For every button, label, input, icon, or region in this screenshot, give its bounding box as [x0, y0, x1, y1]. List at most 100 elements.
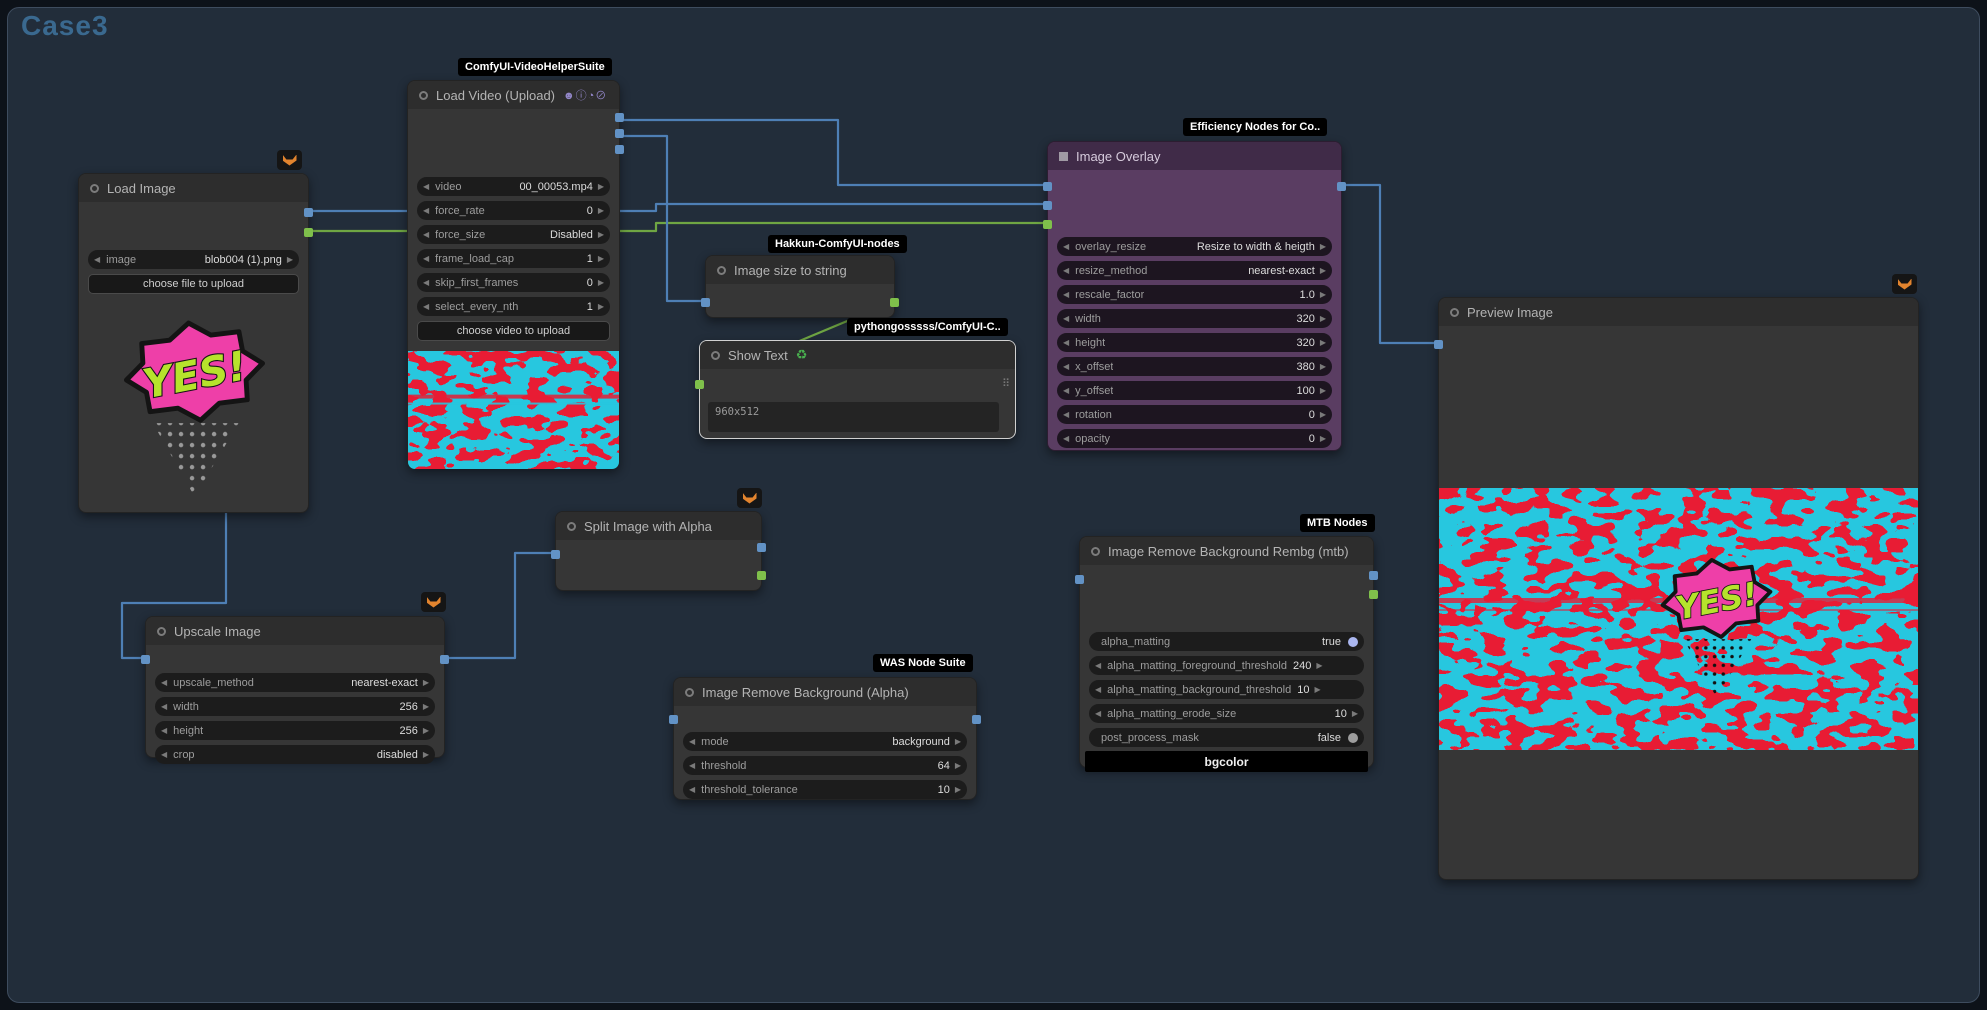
image-output-slot[interactable] [615, 113, 624, 122]
widget-threshold[interactable]: ◀ threshold 64 ▶ [683, 756, 967, 775]
widget-width[interactable]: ◀ width 256 ▶ [155, 697, 435, 716]
decrement-arrow-icon[interactable]: ◀ [689, 762, 695, 770]
decrement-arrow-icon[interactable]: ◀ [1063, 411, 1069, 419]
decrement-arrow-icon[interactable]: ◀ [689, 738, 695, 746]
node-show-text[interactable]: Show Text ♻ ⠿ 960x512 [699, 340, 1016, 439]
collapse-dot-icon[interactable] [90, 184, 99, 193]
image-output-slot[interactable] [972, 715, 981, 724]
node-upscale-image[interactable]: Upscale Image ◀ upscale_method nearest-e… [145, 616, 445, 758]
node-header[interactable]: Split Image with Alpha [556, 512, 761, 540]
widget-alpha-matting-toggle[interactable]: alpha_matting true [1089, 632, 1364, 651]
widget-rotation[interactable]: ◀ rotation 0 ▶ [1057, 405, 1332, 424]
collapse-dot-icon[interactable] [1091, 547, 1100, 556]
collapse-dot-icon[interactable] [685, 688, 694, 697]
decrement-arrow-icon[interactable]: ◀ [423, 255, 429, 263]
overlay-image-input-slot[interactable] [1043, 201, 1052, 210]
base-image-input-slot[interactable] [1043, 182, 1052, 191]
widget-rescale-factor[interactable]: ◀ rescale_factor 1.0 ▶ [1057, 285, 1332, 304]
optional-mask-input-slot[interactable] [1043, 220, 1052, 229]
frame-count-output-slot[interactable] [615, 129, 624, 138]
node-header[interactable]: Image Remove Background (Alpha) [674, 678, 976, 706]
increment-arrow-icon[interactable]: ▶ [423, 751, 429, 759]
drag-handle-icon[interactable]: ⠿ [1002, 377, 1010, 390]
increment-arrow-icon[interactable]: ▶ [598, 303, 604, 311]
increment-arrow-icon[interactable]: ▶ [955, 762, 961, 770]
toggle-off-dot[interactable] [1348, 733, 1358, 743]
increment-arrow-icon[interactable]: ▶ [287, 256, 293, 264]
node-image-remove-background-alpha[interactable]: Image Remove Background (Alpha) ◀ mode b… [673, 677, 977, 800]
decrement-arrow-icon[interactable]: ◀ [94, 256, 100, 264]
increment-arrow-icon[interactable]: ▶ [1320, 243, 1326, 251]
widget-opacity[interactable]: ◀ opacity 0 ▶ [1057, 429, 1332, 448]
decrement-arrow-icon[interactable]: ◀ [1095, 686, 1101, 694]
widget-threshold-tolerance[interactable]: ◀ threshold_tolerance 10 ▶ [683, 780, 967, 799]
node-header[interactable]: Load Image [79, 174, 308, 202]
decrement-arrow-icon[interactable]: ◀ [161, 679, 167, 687]
increment-arrow-icon[interactable]: ▶ [598, 183, 604, 191]
widget-alpha-matting-foreground-threshold[interactable]: ◀ alpha_matting_foreground_threshold 240… [1089, 656, 1364, 675]
increment-arrow-icon[interactable]: ▶ [1314, 686, 1320, 694]
image-input-slot[interactable] [701, 298, 710, 307]
increment-arrow-icon[interactable]: ▶ [1320, 315, 1326, 323]
widget-overlay-resize[interactable]: ◀ overlay_resize Resize to width & heigt… [1057, 237, 1332, 256]
widget-crop[interactable]: ◀ crop disabled ▶ [155, 745, 435, 764]
text-input-slot[interactable] [695, 380, 704, 389]
node-header[interactable]: Upscale Image [146, 617, 444, 645]
increment-arrow-icon[interactable]: ▶ [1352, 710, 1358, 718]
node-header[interactable]: Image size to string [706, 256, 894, 284]
decrement-arrow-icon[interactable]: ◀ [423, 207, 429, 215]
node-load-image[interactable]: Load Image ◀ image blob004 (1).png ▶ cho… [78, 173, 309, 513]
image-input-slot[interactable] [551, 550, 560, 559]
text-output-area[interactable]: 960x512 [708, 402, 999, 432]
widget-image[interactable]: ◀ image blob004 (1).png ▶ [88, 250, 299, 269]
widget-post-process-mask-toggle[interactable]: post_process_mask false [1089, 728, 1364, 747]
image-output-slot[interactable] [1337, 182, 1346, 191]
string-output-slot[interactable] [890, 298, 899, 307]
increment-arrow-icon[interactable]: ▶ [955, 738, 961, 746]
decrement-arrow-icon[interactable]: ◀ [423, 279, 429, 287]
graph-canvas[interactable]: Case3 ComfyUI-VideoHelperSuite Hakkun-Co… [7, 7, 1980, 1003]
widget-video[interactable]: ◀ video 00_00053.mp4 ▶ [417, 177, 610, 196]
widget-force-rate[interactable]: ◀ force_rate 0 ▶ [417, 201, 610, 220]
decrement-arrow-icon[interactable]: ◀ [1063, 267, 1069, 275]
toggle-on-dot[interactable] [1348, 637, 1358, 647]
widget-x-offset[interactable]: ◀ x_offset 380 ▶ [1057, 357, 1332, 376]
increment-arrow-icon[interactable]: ▶ [1320, 339, 1326, 347]
increment-arrow-icon[interactable]: ▶ [423, 679, 429, 687]
decrement-arrow-icon[interactable]: ◀ [1063, 315, 1069, 323]
mask-output-slot[interactable] [1369, 590, 1378, 599]
widget-select-every-nth[interactable]: ◀ select_every_nth 1 ▶ [417, 297, 610, 316]
widget-force-size[interactable]: ◀ force_size Disabled ▶ [417, 225, 610, 244]
widget-y-offset[interactable]: ◀ y_offset 100 ▶ [1057, 381, 1332, 400]
decrement-arrow-icon[interactable]: ◀ [689, 786, 695, 794]
increment-arrow-icon[interactable]: ▶ [955, 786, 961, 794]
decrement-arrow-icon[interactable]: ◀ [423, 303, 429, 311]
decrement-arrow-icon[interactable]: ◀ [1063, 339, 1069, 347]
vhs-title-icons[interactable]: ☻ⓘ◔⊘ [563, 87, 607, 103]
widget-height[interactable]: ◀ height 320 ▶ [1057, 333, 1332, 352]
decrement-arrow-icon[interactable]: ◀ [1063, 243, 1069, 251]
collapse-dot-icon[interactable] [419, 91, 428, 100]
collapse-dot-icon[interactable] [711, 351, 720, 360]
decrement-arrow-icon[interactable]: ◀ [1063, 291, 1069, 299]
audio-output-slot[interactable] [615, 145, 624, 154]
widget-resize-method[interactable]: ◀ resize_method nearest-exact ▶ [1057, 261, 1332, 280]
increment-arrow-icon[interactable]: ▶ [598, 231, 604, 239]
increment-arrow-icon[interactable]: ▶ [1320, 387, 1326, 395]
bgcolor-button[interactable]: bgcolor [1085, 751, 1368, 772]
alpha-output-slot[interactable] [757, 571, 766, 580]
widget-alpha-matting-erode-size[interactable]: ◀ alpha_matting_erode_size 10 ▶ [1089, 704, 1364, 723]
collapse-dot-icon[interactable] [1450, 308, 1459, 317]
node-header[interactable]: Image Overlay [1048, 142, 1341, 170]
increment-arrow-icon[interactable]: ▶ [1316, 662, 1322, 670]
widget-mode[interactable]: ◀ mode background ▶ [683, 732, 967, 751]
decrement-arrow-icon[interactable]: ◀ [423, 231, 429, 239]
increment-arrow-icon[interactable]: ▶ [1320, 435, 1326, 443]
decrement-arrow-icon[interactable]: ◀ [1095, 662, 1101, 670]
increment-arrow-icon[interactable]: ▶ [1320, 291, 1326, 299]
increment-arrow-icon[interactable]: ▶ [1320, 267, 1326, 275]
increment-arrow-icon[interactable]: ▶ [423, 703, 429, 711]
increment-arrow-icon[interactable]: ▶ [598, 207, 604, 215]
node-split-image-with-alpha[interactable]: Split Image with Alpha [555, 511, 762, 591]
collapse-square-icon[interactable] [1059, 152, 1068, 161]
